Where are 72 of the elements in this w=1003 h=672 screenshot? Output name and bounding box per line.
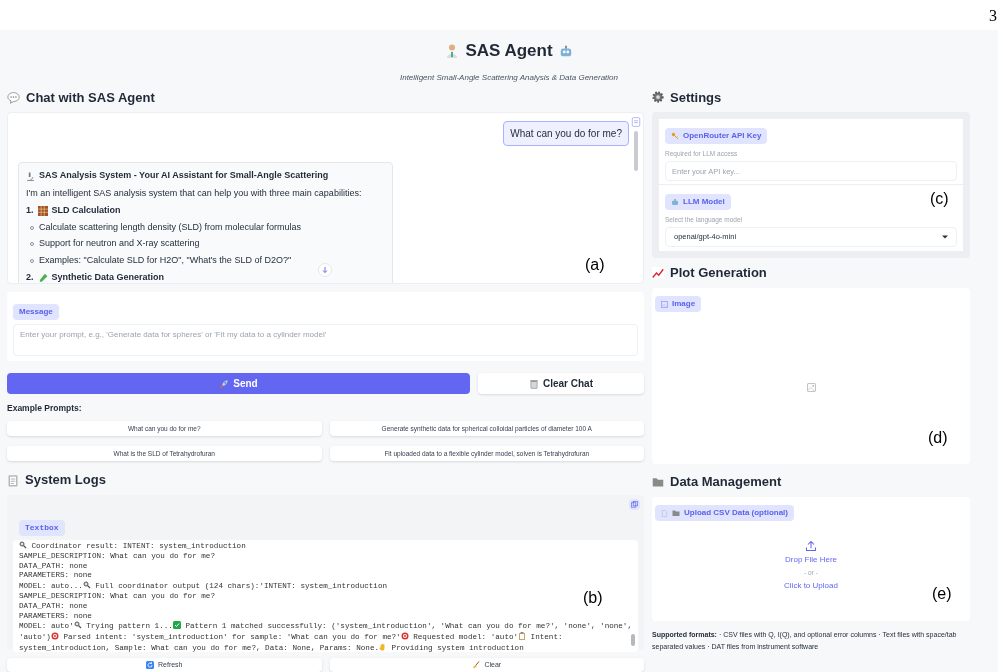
section-title: SLD Calculation	[51, 204, 121, 218]
field-label: Message	[13, 304, 59, 321]
clipboard-icon	[7, 473, 19, 487]
folder-icon	[652, 475, 664, 488]
copy-button[interactable]	[629, 499, 640, 510]
message-input[interactable]: Enter your prompt, e.g., 'Generate data for spheres' or 'Fit my data to a cylinder model'	[13, 324, 638, 357]
app-subtitle: Intelligent Small-Angle Scattering Analysis & Data Generation	[399, 71, 618, 84]
scrollbar[interactable]	[631, 634, 635, 646]
bullet-icon	[30, 242, 34, 246]
drop-text: Drop File Here	[785, 553, 837, 566]
section-heading: Chat with SAS Agent	[26, 88, 155, 107]
bullet-text: Support for neutron and X-ray scattering	[39, 237, 200, 251]
rocket-icon	[219, 378, 230, 389]
example-prompts-heading: Example Prompts:	[7, 402, 83, 415]
chart-icon	[652, 266, 664, 279]
copy-icon	[631, 501, 638, 508]
upload-icon	[805, 539, 817, 552]
annotation-label: (a)	[585, 255, 605, 276]
target-icon	[50, 632, 59, 641]
clear-chat-button[interactable]: Clear Chat	[478, 373, 644, 395]
section-heading: Data Management	[670, 473, 782, 491]
broom-icon	[472, 661, 481, 669]
annotation-label: (e)	[932, 583, 952, 604]
robot-icon	[558, 43, 573, 58]
section-heading: System Logs	[25, 471, 106, 490]
bullet-icon	[30, 225, 34, 230]
trash-icon	[529, 378, 539, 389]
copy-icon	[631, 117, 641, 128]
caret-icon	[942, 234, 948, 239]
field-label: OpenRouter API Key	[665, 128, 768, 145]
bullet-text: Examples: "Calculate SLD for H2O", "What's the SLD of D2O?"	[39, 253, 292, 267]
magnifier-icon	[19, 541, 27, 549]
user-message-bubble: What can you do for me?	[503, 121, 629, 147]
app-title: SAS Agent	[465, 40, 553, 62]
annotation-label: (d)	[928, 427, 948, 448]
field-label: Textbox	[19, 520, 65, 536]
target-icon	[400, 632, 409, 641]
annotation-label: (c)	[930, 189, 949, 210]
scrollbar[interactable]	[634, 131, 638, 172]
image-placeholder-icon	[806, 383, 816, 393]
image-icon	[661, 300, 668, 308]
check-icon	[172, 621, 181, 630]
field-label: LLM Model	[665, 194, 731, 210]
page-number: 3	[989, 6, 997, 26]
bullet-icon	[30, 258, 34, 263]
section-title: Synthetic Data Generation	[51, 271, 165, 284]
grid-icon	[37, 206, 48, 216]
file-icon	[661, 509, 668, 517]
bullet-text: Calculate scattering length density (SLD) from molecular formulas	[39, 220, 302, 234]
magnifier-icon	[82, 581, 91, 590]
magnifier-icon	[73, 621, 82, 630]
message-title: SAS Analysis System - Your AI Assistant for Small-Angle Scattering	[39, 169, 329, 183]
key-icon	[671, 132, 679, 141]
section-number: 2.	[26, 271, 34, 284]
down-arrow-icon	[321, 266, 329, 275]
clipboard-icon	[518, 632, 527, 641]
robot-icon	[671, 198, 679, 206]
speech-bubble-icon	[7, 90, 20, 104]
section-number: 1.	[26, 204, 34, 218]
gear-icon	[652, 91, 664, 104]
field-label: Image	[655, 296, 702, 313]
folder-icon	[672, 509, 680, 518]
section-heading: Plot Generation	[670, 264, 767, 282]
refresh-icon	[146, 661, 154, 669]
log-textarea[interactable]	[13, 540, 638, 652]
click-upload-text: Click to Upload	[784, 579, 838, 592]
scientist-icon	[445, 43, 460, 58]
annotation-label: (b)	[583, 588, 603, 608]
section-heading: Settings	[670, 88, 722, 107]
send-button[interactable]: Send	[7, 373, 470, 395]
message-text: I'm an intelligent SAS analysis system that can help you with three main capabilities:	[26, 186, 363, 200]
field-label: Upload CSV Data (optional)	[655, 505, 794, 522]
